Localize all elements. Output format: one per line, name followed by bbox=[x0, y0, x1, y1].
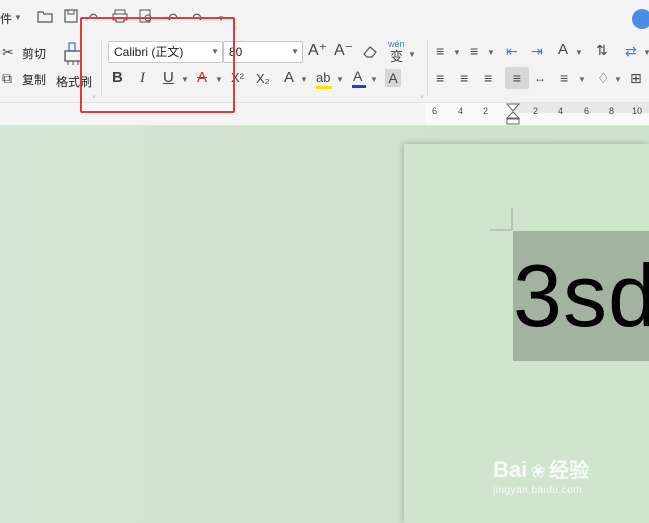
chevron-down-icon[interactable]: ▼ bbox=[487, 48, 495, 57]
group-divider bbox=[427, 40, 428, 96]
borders-icon[interactable]: ⊞ bbox=[630, 69, 642, 87]
file-menu-chevron-icon[interactable]: ▼ bbox=[14, 13, 22, 22]
shading-icon[interactable]: ♢ bbox=[597, 69, 610, 87]
sort-icon[interactable]: ⇅ bbox=[596, 41, 608, 59]
highlight-button[interactable]: ab bbox=[316, 69, 330, 87]
shrink-font-icon[interactable]: A⁻ bbox=[334, 42, 353, 60]
font-color-bar bbox=[352, 85, 366, 88]
document-text[interactable]: 3sd bbox=[513, 246, 649, 346]
chevron-down-icon[interactable]: ▼ bbox=[614, 75, 622, 84]
align-left-icon[interactable]: ≡ bbox=[436, 69, 444, 87]
paw-icon: ❀ bbox=[530, 461, 546, 481]
chevron-down-icon[interactable]: ▼ bbox=[575, 48, 583, 57]
subscript-button[interactable]: X₂ bbox=[256, 70, 270, 88]
grow-font-icon[interactable]: A⁺ bbox=[308, 42, 327, 60]
cut-button[interactable]: 剪切 bbox=[22, 45, 46, 62]
chevron-down-icon[interactable]: ▼ bbox=[578, 75, 586, 84]
bullet-list-icon[interactable]: ≡ bbox=[436, 42, 444, 60]
chevron-down-icon: ▼ bbox=[291, 47, 299, 56]
ruler-tick: 4 bbox=[558, 106, 564, 116]
copy-button[interactable]: 复制 bbox=[22, 71, 46, 88]
eraser-icon[interactable] bbox=[362, 44, 378, 61]
highlight-color-bar bbox=[316, 86, 332, 89]
align-justify-icon[interactable]: ≡ bbox=[505, 67, 529, 89]
ruler-tick: 10 bbox=[632, 106, 643, 116]
watermark-brand: Bai bbox=[493, 457, 528, 482]
align-center-icon[interactable]: ≡ bbox=[460, 69, 468, 87]
ruler-tick: 8 bbox=[609, 106, 615, 116]
ruler-tick: 4 bbox=[458, 106, 464, 116]
font-size-select[interactable]: 80 ▼ bbox=[223, 41, 303, 63]
text-effect-button[interactable]: A bbox=[284, 69, 294, 87]
chevron-down-icon[interactable]: ▼ bbox=[370, 75, 378, 84]
watermark-url: jingyan.baidu.com bbox=[493, 485, 583, 496]
save-icon[interactable] bbox=[62, 9, 80, 27]
open-folder-icon[interactable] bbox=[36, 9, 54, 27]
margin-corner-marker bbox=[490, 208, 513, 231]
char-shading-button[interactable]: A bbox=[385, 69, 401, 87]
highlight-box bbox=[80, 17, 235, 113]
watermark-brand2: 经验 bbox=[549, 460, 590, 482]
font-color-button[interactable]: A bbox=[353, 67, 362, 85]
chevron-down-icon[interactable]: ▼ bbox=[300, 75, 308, 84]
paragraph-spacing-icon[interactable]: ≡ bbox=[560, 69, 568, 87]
chevron-down-icon[interactable]: ▼ bbox=[453, 48, 461, 57]
numbered-list-icon[interactable]: ≡ bbox=[470, 42, 478, 60]
align-right-icon[interactable]: ≡ bbox=[484, 69, 492, 87]
phonetic-char-icon: 变 bbox=[390, 49, 404, 64]
ruler-tick: 6 bbox=[584, 106, 590, 116]
chevron-down-icon[interactable]: ▼ bbox=[643, 48, 649, 57]
ruler-tick: 2 bbox=[533, 106, 539, 116]
text-direction-icon[interactable]: A bbox=[558, 41, 568, 59]
chevron-down-icon[interactable]: ▼ bbox=[408, 50, 416, 59]
distributed-align-icon[interactable]: ↔ bbox=[534, 69, 546, 87]
copy-icon: ⧉ bbox=[2, 70, 12, 86]
ruler-tick: 6 bbox=[432, 106, 438, 116]
increase-indent-icon[interactable]: ⇥ bbox=[531, 42, 543, 60]
font-dialog-launcher-icon[interactable]: ⌟ bbox=[420, 91, 423, 99]
accent-pill[interactable] bbox=[632, 9, 649, 29]
file-menu-fragment[interactable]: 件 bbox=[0, 10, 12, 27]
decrease-indent-icon[interactable]: ⇤ bbox=[506, 42, 518, 60]
ruler-tick: 2 bbox=[483, 106, 489, 116]
scissors-icon: ✂ bbox=[2, 44, 14, 60]
watermark: Bai ❀ 经验 jingyan.baidu.com bbox=[493, 454, 589, 496]
indent-marker-icon[interactable] bbox=[506, 103, 520, 125]
chevron-down-icon[interactable]: ▼ bbox=[336, 75, 344, 84]
line-spacing-icon[interactable]: ⇄ bbox=[625, 42, 637, 60]
